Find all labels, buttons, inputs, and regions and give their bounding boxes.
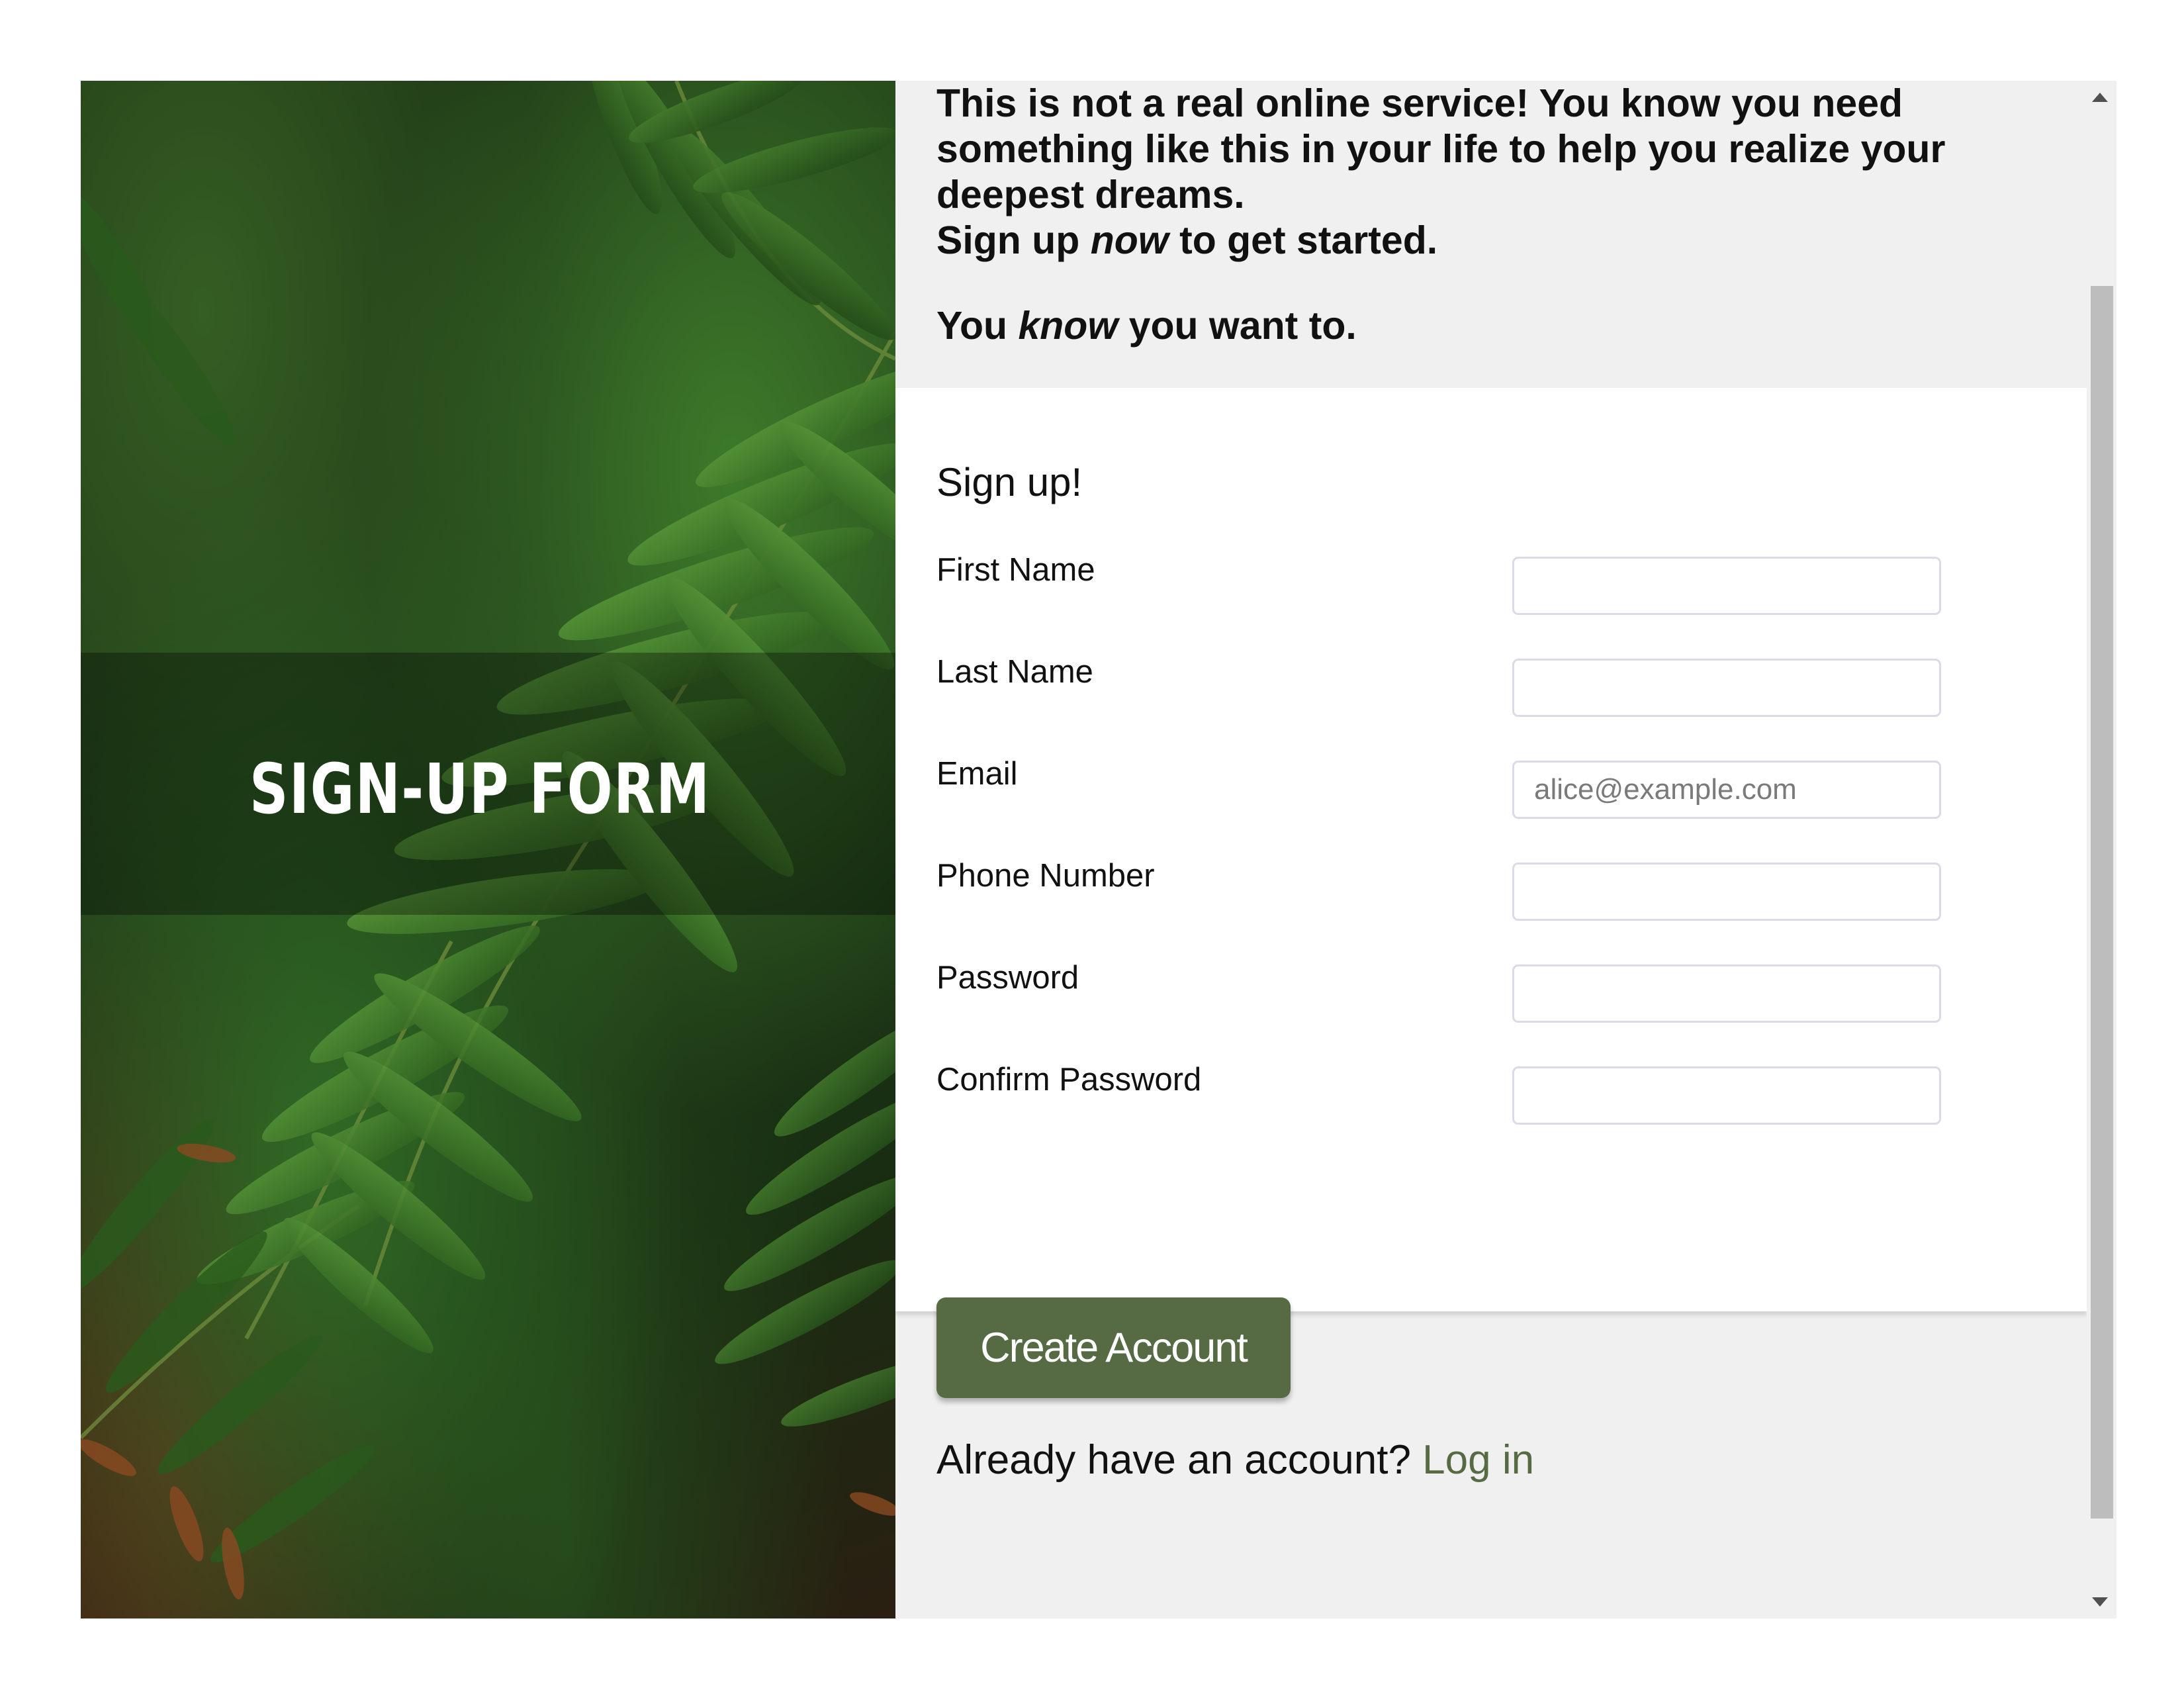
intro-line-1: This is not a real online service! You k… <box>936 81 1946 216</box>
form-title: Sign up! <box>936 460 1083 504</box>
confirm-password-input[interactable] <box>1512 1066 1941 1125</box>
password-input[interactable] <box>1512 964 1941 1023</box>
intro-line-3: You know you want to. <box>936 303 2062 349</box>
phone-row: Phone Number <box>936 857 1941 923</box>
intro-text: This is not a real online service! You k… <box>936 81 2062 349</box>
scroll-up-arrow-icon[interactable] <box>2092 93 2108 102</box>
last-name-row: Last Name <box>936 653 1941 720</box>
last-name-input[interactable] <box>1512 659 1941 717</box>
phone-label: Phone Number <box>936 858 1155 894</box>
email-label: Email <box>936 756 1018 792</box>
intro-line-2-post: to get started. <box>1168 218 1438 262</box>
intro-spacer <box>936 263 2062 303</box>
login-prompt-text: Already have an account? <box>936 1437 1411 1483</box>
first-name-input[interactable] <box>1512 557 1941 615</box>
intro-line-3-post: you want to. <box>1118 304 1357 348</box>
password-row: Password <box>936 959 1941 1025</box>
confirm-password-label: Confirm Password <box>936 1062 1202 1098</box>
logo-text: SIGN-UP FORM <box>250 749 711 829</box>
scrollbar-thumb[interactable] <box>2091 286 2113 1519</box>
first-name-row: First Name <box>936 551 1941 618</box>
signup-form: Sign up! First Name Last Name Email Phon… <box>895 388 2087 1311</box>
vertical-scrollbar[interactable] <box>2087 81 2116 1618</box>
hero-image: SIGN-UP FORM <box>81 81 895 1618</box>
last-name-label: Last Name <box>936 654 1093 690</box>
login-link[interactable]: Log in <box>1422 1437 1534 1483</box>
intro-line-2-pre: Sign up <box>936 218 1091 262</box>
signup-page: SIGN-UP FORM This is not a real online s… <box>81 81 2116 1618</box>
email-row: Email <box>936 755 1941 821</box>
create-account-button[interactable]: Create Account <box>936 1297 1291 1398</box>
intro-line-3-emphasis: know <box>1018 304 1118 348</box>
password-label: Password <box>936 960 1079 996</box>
intro-line-2: Sign up now to get started. <box>936 218 2062 263</box>
signup-panel: This is not a real online service! You k… <box>895 81 2116 1618</box>
confirm-password-row: Confirm Password <box>936 1061 1941 1127</box>
intro-line-3-pre: You <box>936 304 1019 348</box>
scroll-down-arrow-icon[interactable] <box>2092 1597 2108 1607</box>
first-name-label: First Name <box>936 552 1095 588</box>
login-prompt: Already have an account? Log in <box>936 1436 1534 1483</box>
intro-line-2-emphasis: now <box>1090 218 1169 262</box>
brand-logo: SIGN-UP FORM <box>230 670 792 908</box>
phone-input[interactable] <box>1512 863 1941 921</box>
email-input[interactable] <box>1512 761 1941 819</box>
